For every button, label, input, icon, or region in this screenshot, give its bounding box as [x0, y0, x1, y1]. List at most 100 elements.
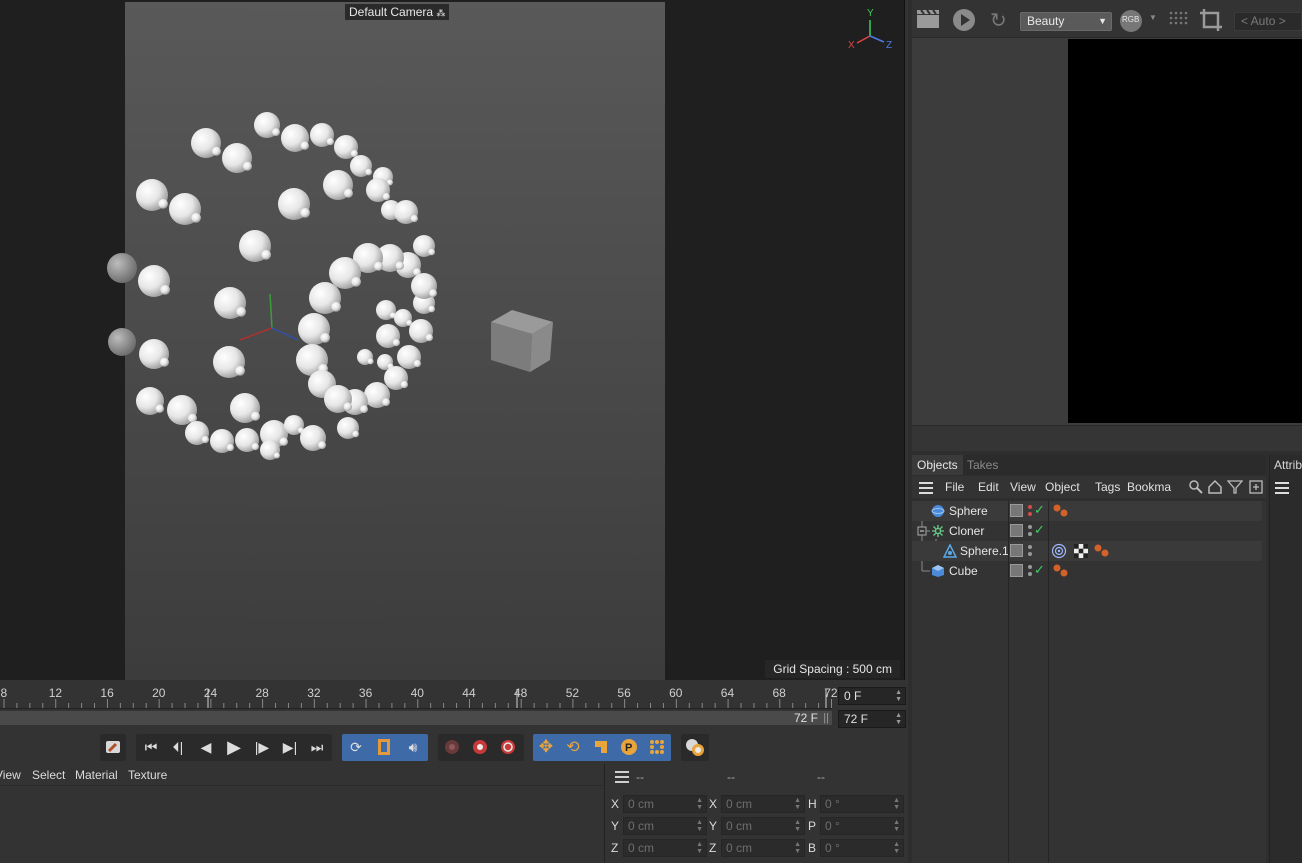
- material-tag-icon[interactable]: [1052, 503, 1072, 519]
- visibility-dots[interactable]: [1027, 543, 1033, 559]
- menu-bookmarks[interactable]: Bookma: [1127, 480, 1171, 494]
- menu-view[interactable]: View: [0, 768, 21, 782]
- motion-system-icon[interactable]: [682, 735, 708, 759]
- cube-object[interactable]: [491, 310, 553, 372]
- rotate-key-icon[interactable]: ⟲: [560, 735, 586, 759]
- menu-view[interactable]: View: [1010, 480, 1036, 494]
- search-icon[interactable]: [1188, 479, 1204, 495]
- child-sphere[interactable]: [160, 285, 170, 295]
- scene-render[interactable]: [0, 0, 905, 680]
- child-sphere[interactable]: [344, 188, 353, 198]
- play-icon[interactable]: ▶: [221, 735, 247, 759]
- grid-dots-icon[interactable]: [1168, 10, 1188, 33]
- child-sphere[interactable]: [235, 366, 245, 376]
- child-sphere[interactable]: [392, 339, 400, 347]
- menu-texture[interactable]: Texture: [128, 768, 167, 782]
- child-sphere[interactable]: [352, 430, 360, 438]
- hamburger-icon[interactable]: [919, 482, 933, 494]
- object-row-sphere[interactable]: Sphere ✓: [912, 501, 1262, 521]
- child-sphere[interactable]: [158, 199, 168, 209]
- tab-objects[interactable]: Objects: [912, 455, 963, 475]
- record-icon[interactable]: [495, 735, 521, 759]
- rotation-b-field[interactable]: 0 ° ▲ ▼: [820, 839, 904, 857]
- point-level-icon[interactable]: [644, 735, 670, 759]
- enabled-check-icon[interactable]: ✓: [1034, 522, 1045, 538]
- next-frame-icon[interactable]: |▶: [249, 735, 275, 759]
- column-divider[interactable]: [1048, 501, 1049, 863]
- object-row-sphere-1[interactable]: Sphere.1: [912, 541, 1262, 561]
- tab-takes[interactable]: Takes: [962, 455, 1003, 475]
- timeline-ruler[interactable]: 8 12 16 20 24 28 32 36 40 44 48 52 56 60 64 68 72: [0, 681, 838, 709]
- child-sphere[interactable]: [201, 436, 209, 444]
- autokey-icon[interactable]: [467, 735, 493, 759]
- scale-key-icon[interactable]: [588, 735, 614, 759]
- spinner-icon[interactable]: ▲ ▼: [893, 841, 900, 855]
- go-to-start-icon[interactable]: ⏮: [138, 735, 164, 759]
- position-y-field[interactable]: 0 cm ▲ ▼: [623, 817, 707, 835]
- menu-edit[interactable]: Edit: [978, 480, 999, 494]
- end-frame-field[interactable]: 72 F ▲ ▼: [838, 710, 906, 728]
- record-disabled-icon[interactable]: [439, 735, 465, 759]
- material-manager-area[interactable]: [0, 787, 603, 863]
- size-x-field[interactable]: 0 cm ▲ ▼: [721, 795, 805, 813]
- child-sphere[interactable]: [413, 360, 421, 368]
- spinner-icon[interactable]: ▲ ▼: [794, 841, 801, 855]
- hamburger-icon[interactable]: [1275, 482, 1289, 494]
- child-sphere[interactable]: [382, 193, 390, 201]
- position-z-field[interactable]: 0 cm ▲ ▼: [623, 839, 707, 857]
- frame-range-track[interactable]: 72 F ||: [0, 711, 832, 725]
- spinner-icon[interactable]: ▲ ▼: [895, 712, 902, 726]
- child-sphere[interactable]: [191, 213, 201, 223]
- child-sphere[interactable]: [272, 128, 280, 137]
- spinner-icon[interactable]: ▲ ▼: [696, 841, 703, 855]
- chevron-down-icon[interactable]: ▼: [1149, 13, 1157, 22]
- child-sphere[interactable]: [300, 208, 311, 218]
- range-handle-icon[interactable]: ||: [823, 711, 829, 725]
- position-x-field[interactable]: 0 cm ▲ ▼: [623, 795, 707, 813]
- sound-icon[interactable]: 🔊︎: [400, 735, 426, 759]
- child-sphere[interactable]: [351, 277, 362, 287]
- child-sphere[interactable]: [261, 250, 272, 260]
- object-row-cube[interactable]: Cube ✓: [912, 561, 1262, 581]
- child-sphere[interactable]: [429, 289, 437, 298]
- child-sphere[interactable]: [251, 411, 260, 421]
- child-sphere[interactable]: [365, 168, 373, 176]
- layer-icon[interactable]: [1010, 504, 1023, 517]
- child-sphere[interactable]: [300, 141, 309, 150]
- film-icon[interactable]: [371, 735, 397, 759]
- size-z-field[interactable]: 0 cm ▲ ▼: [721, 839, 805, 857]
- rotation-header[interactable]: --: [817, 770, 825, 784]
- object-name[interactable]: Sphere.1: [960, 544, 1009, 558]
- spinner-icon[interactable]: ▲ ▼: [893, 797, 900, 811]
- rotation-p-field[interactable]: 0 ° ▲ ▼: [820, 817, 904, 835]
- rgb-badge[interactable]: RGB: [1120, 10, 1144, 35]
- spinner-icon[interactable]: ▲ ▼: [895, 689, 902, 703]
- spinner-icon[interactable]: ▲ ▼: [893, 819, 900, 833]
- child-sphere[interactable]: [236, 307, 246, 317]
- child-sphere[interactable]: [425, 334, 433, 342]
- child-sphere[interactable]: [400, 381, 408, 389]
- enabled-check-icon[interactable]: ✓: [1034, 562, 1045, 578]
- child-sphere[interactable]: [279, 437, 288, 446]
- child-sphere[interactable]: [251, 443, 259, 451]
- clapper-icon[interactable]: [916, 9, 940, 32]
- spinner-icon[interactable]: ▲ ▼: [696, 797, 703, 811]
- rotation-h-field[interactable]: 0 ° ▲ ▼: [820, 795, 904, 813]
- tab-attributes[interactable]: Attrib: [1274, 458, 1302, 472]
- previous-key-icon[interactable]: ⏴|: [165, 735, 191, 759]
- go-to-end-icon[interactable]: ⏭: [304, 735, 330, 759]
- child-sphere[interactable]: [226, 444, 234, 452]
- column-divider[interactable]: [1008, 501, 1009, 863]
- child-sphere[interactable]: [274, 452, 280, 459]
- new-view-icon[interactable]: [1248, 479, 1264, 495]
- spinner-icon[interactable]: ▲ ▼: [794, 797, 801, 811]
- filter-icon[interactable]: [1227, 479, 1243, 495]
- crop-icon[interactable]: [1198, 7, 1224, 36]
- render-preview-canvas[interactable]: [1068, 39, 1302, 423]
- menu-file[interactable]: File: [945, 480, 964, 494]
- move-key-icon[interactable]: ✥: [533, 735, 559, 759]
- object-name[interactable]: Cloner: [949, 524, 984, 538]
- child-sphere[interactable]: [428, 248, 436, 256]
- render-pass-select[interactable]: Beauty ▼: [1020, 12, 1112, 31]
- menu-object[interactable]: Object: [1045, 480, 1080, 494]
